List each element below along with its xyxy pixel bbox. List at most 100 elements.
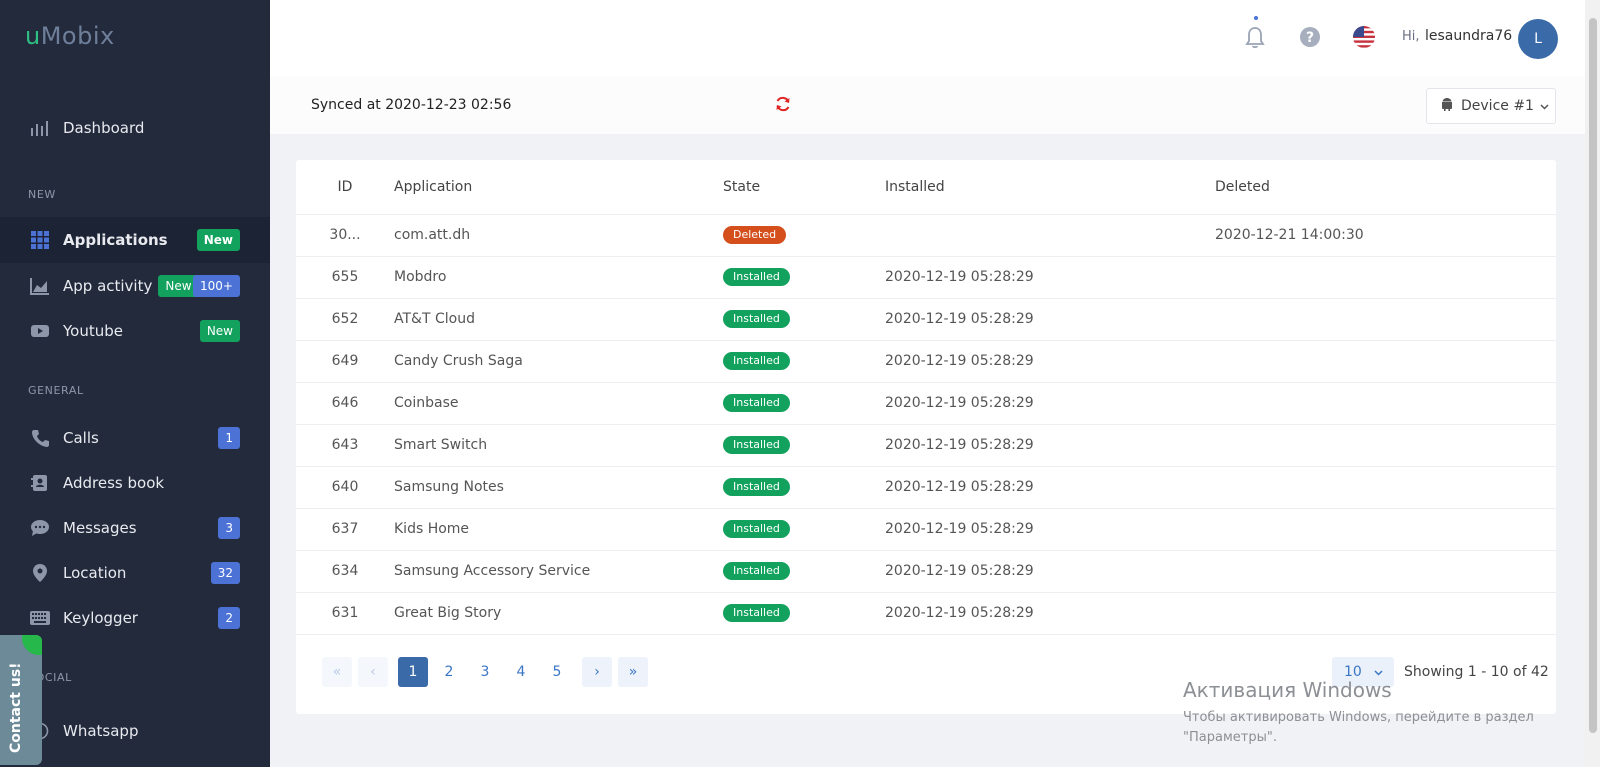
table-row[interactable]: 631 Great Big Story Installed 2020-12-19 05… [296, 592, 1556, 635]
sidebar-item-applications[interactable]: Applications New [0, 217, 270, 263]
sidebar-item-address-book[interactable]: Address book [0, 460, 270, 506]
avatar[interactable]: L [1518, 19, 1558, 59]
cell-installed: 2020-12-19 05:28:29 [885, 340, 1215, 383]
help-icon[interactable]: ? [1297, 24, 1323, 50]
status-badge: Installed [723, 394, 790, 412]
device-label: Device #1 [1461, 98, 1534, 114]
count-badge: 32 [210, 562, 240, 584]
cell-id: 631 [296, 592, 394, 635]
map-pin-icon [30, 563, 50, 583]
cell-state: Installed [723, 550, 885, 593]
watermark-title: Активация Windows [1183, 678, 1392, 702]
cell-application: Mobdro [394, 256, 723, 299]
table-row[interactable]: 646 Coinbase Installed 2020-12-19 05:28:29 [296, 382, 1556, 425]
svg-text:?: ? [1306, 30, 1314, 46]
watermark-line: "Параметры". [1183, 730, 1277, 745]
sidebar-item-label: Messages [63, 519, 137, 537]
sidebar-item-dashboard[interactable]: Dashboard [0, 105, 270, 151]
windows-activation-watermark: Активация Windows Чтобы активировать Win… [1183, 678, 1534, 748]
cell-application: AT&T Cloud [394, 298, 723, 341]
cell-state: Installed [723, 298, 885, 341]
cell-deleted [1215, 508, 1556, 551]
scrollbar-thumb[interactable] [1589, 18, 1597, 733]
sidebar-item-app-activity[interactable]: App activity New 100+ [0, 263, 270, 309]
column-header-id[interactable]: ID [296, 160, 394, 215]
bell-icon[interactable] [1242, 24, 1268, 50]
contact-accent [22, 635, 42, 655]
contact-us-label: Contact us! [8, 662, 24, 753]
area-chart-icon [30, 276, 50, 296]
sidebar-item-calls[interactable]: Calls 1 [0, 415, 270, 461]
page-scrollbar[interactable] [1585, 0, 1600, 767]
cell-id: 646 [296, 382, 394, 425]
pagination: « ‹ 1 2 3 4 5 › » [322, 657, 654, 687]
page-button-5[interactable]: 5 [542, 657, 572, 687]
cell-deleted: 2020-12-21 14:00:30 [1215, 214, 1556, 257]
count-badge: 2 [218, 607, 240, 629]
sidebar-item-label: Location [63, 564, 127, 582]
sidebar-item-label: Dashboard [63, 119, 145, 137]
first-page-button[interactable]: « [322, 657, 352, 687]
cell-deleted [1215, 424, 1556, 467]
table-row[interactable]: 655 Mobdro Installed 2020-12-19 05:28:29 [296, 256, 1556, 299]
section-heading-new: NEW [28, 188, 56, 201]
app-logo[interactable]: uMobix [25, 22, 115, 50]
cell-deleted [1215, 340, 1556, 383]
page-button-1[interactable]: 1 [398, 657, 428, 687]
count-badge: 100+ [193, 275, 240, 297]
cell-application: com.att.dh [394, 214, 723, 257]
sidebar-item-youtube[interactable]: Youtube New [0, 308, 270, 354]
sidebar-item-location[interactable]: Location 32 [0, 550, 270, 596]
table-row[interactable]: 652 AT&T Cloud Installed 2020-12-19 05:28:2… [296, 298, 1556, 341]
cell-installed: 2020-12-19 05:28:29 [885, 550, 1215, 593]
table-row[interactable]: 649 Candy Crush Saga Installed 2020-12-19 0… [296, 340, 1556, 383]
sidebar: uMobix Dashboard NEW Applications New Ap… [0, 0, 270, 767]
page-button-3[interactable]: 3 [470, 657, 500, 687]
column-header-application[interactable]: Application [394, 160, 723, 215]
applications-table: ID Application State Installed Deleted 3… [296, 160, 1556, 635]
contact-us-tab[interactable]: Contact us! [0, 635, 42, 765]
cell-installed: 2020-12-19 05:28:29 [885, 592, 1215, 635]
status-badge: Installed [723, 478, 790, 496]
column-header-state[interactable]: State [723, 160, 885, 215]
device-selector[interactable]: Device #1 [1426, 88, 1556, 124]
cell-id: 640 [296, 466, 394, 509]
cell-application: Samsung Accessory Service [394, 550, 723, 593]
cell-state: Installed [723, 592, 885, 635]
chat-bubble-icon [30, 518, 50, 538]
cell-state: Installed [723, 466, 885, 509]
table-row[interactable]: 643 Smart Switch Installed 2020-12-19 05:28… [296, 424, 1556, 467]
status-badge: Installed [723, 310, 790, 328]
table-row[interactable]: 634 Samsung Accessory Service Installed 202… [296, 550, 1556, 593]
last-page-button[interactable]: » [618, 657, 648, 687]
status-badge: Installed [723, 352, 790, 370]
table-row[interactable]: 30... com.att.dh Deleted 2020-12-21 14:00:3… [296, 214, 1556, 257]
greeting: Hi, [1402, 29, 1420, 44]
next-page-button[interactable]: › [582, 657, 612, 687]
table-row[interactable]: 640 Samsung Notes Installed 2020-12-19 05:2… [296, 466, 1556, 509]
page-button-4[interactable]: 4 [506, 657, 536, 687]
sidebar-item-label: Calls [63, 429, 99, 447]
us-flag-icon[interactable] [1351, 24, 1377, 50]
sync-bar: Synced at 2020-12-23 02:56 [270, 76, 1585, 134]
column-header-deleted[interactable]: Deleted [1215, 160, 1556, 215]
applications-card: ID Application State Installed Deleted 3… [296, 160, 1556, 714]
column-header-installed[interactable]: Installed [885, 160, 1215, 215]
sidebar-item-messages[interactable]: Messages 3 [0, 505, 270, 551]
notification-dot [1254, 16, 1258, 20]
cell-state: Installed [723, 340, 885, 383]
page-button-2[interactable]: 2 [434, 657, 464, 687]
cell-installed: 2020-12-19 05:28:29 [885, 424, 1215, 467]
cell-installed: 2020-12-19 05:28:29 [885, 382, 1215, 425]
new-badge: New [196, 229, 240, 251]
count-badge: 3 [218, 517, 240, 539]
refresh-icon[interactable] [775, 96, 791, 116]
chevron-down-icon [1540, 98, 1549, 114]
cell-deleted [1215, 382, 1556, 425]
prev-page-button[interactable]: ‹ [358, 657, 388, 687]
username[interactable]: lesaundra76 [1425, 28, 1512, 44]
table-row[interactable]: 637 Kids Home Installed 2020-12-19 05:28:29 [296, 508, 1556, 551]
cell-installed: 2020-12-19 05:28:29 [885, 466, 1215, 509]
android-icon [1441, 97, 1453, 115]
cell-deleted [1215, 298, 1556, 341]
